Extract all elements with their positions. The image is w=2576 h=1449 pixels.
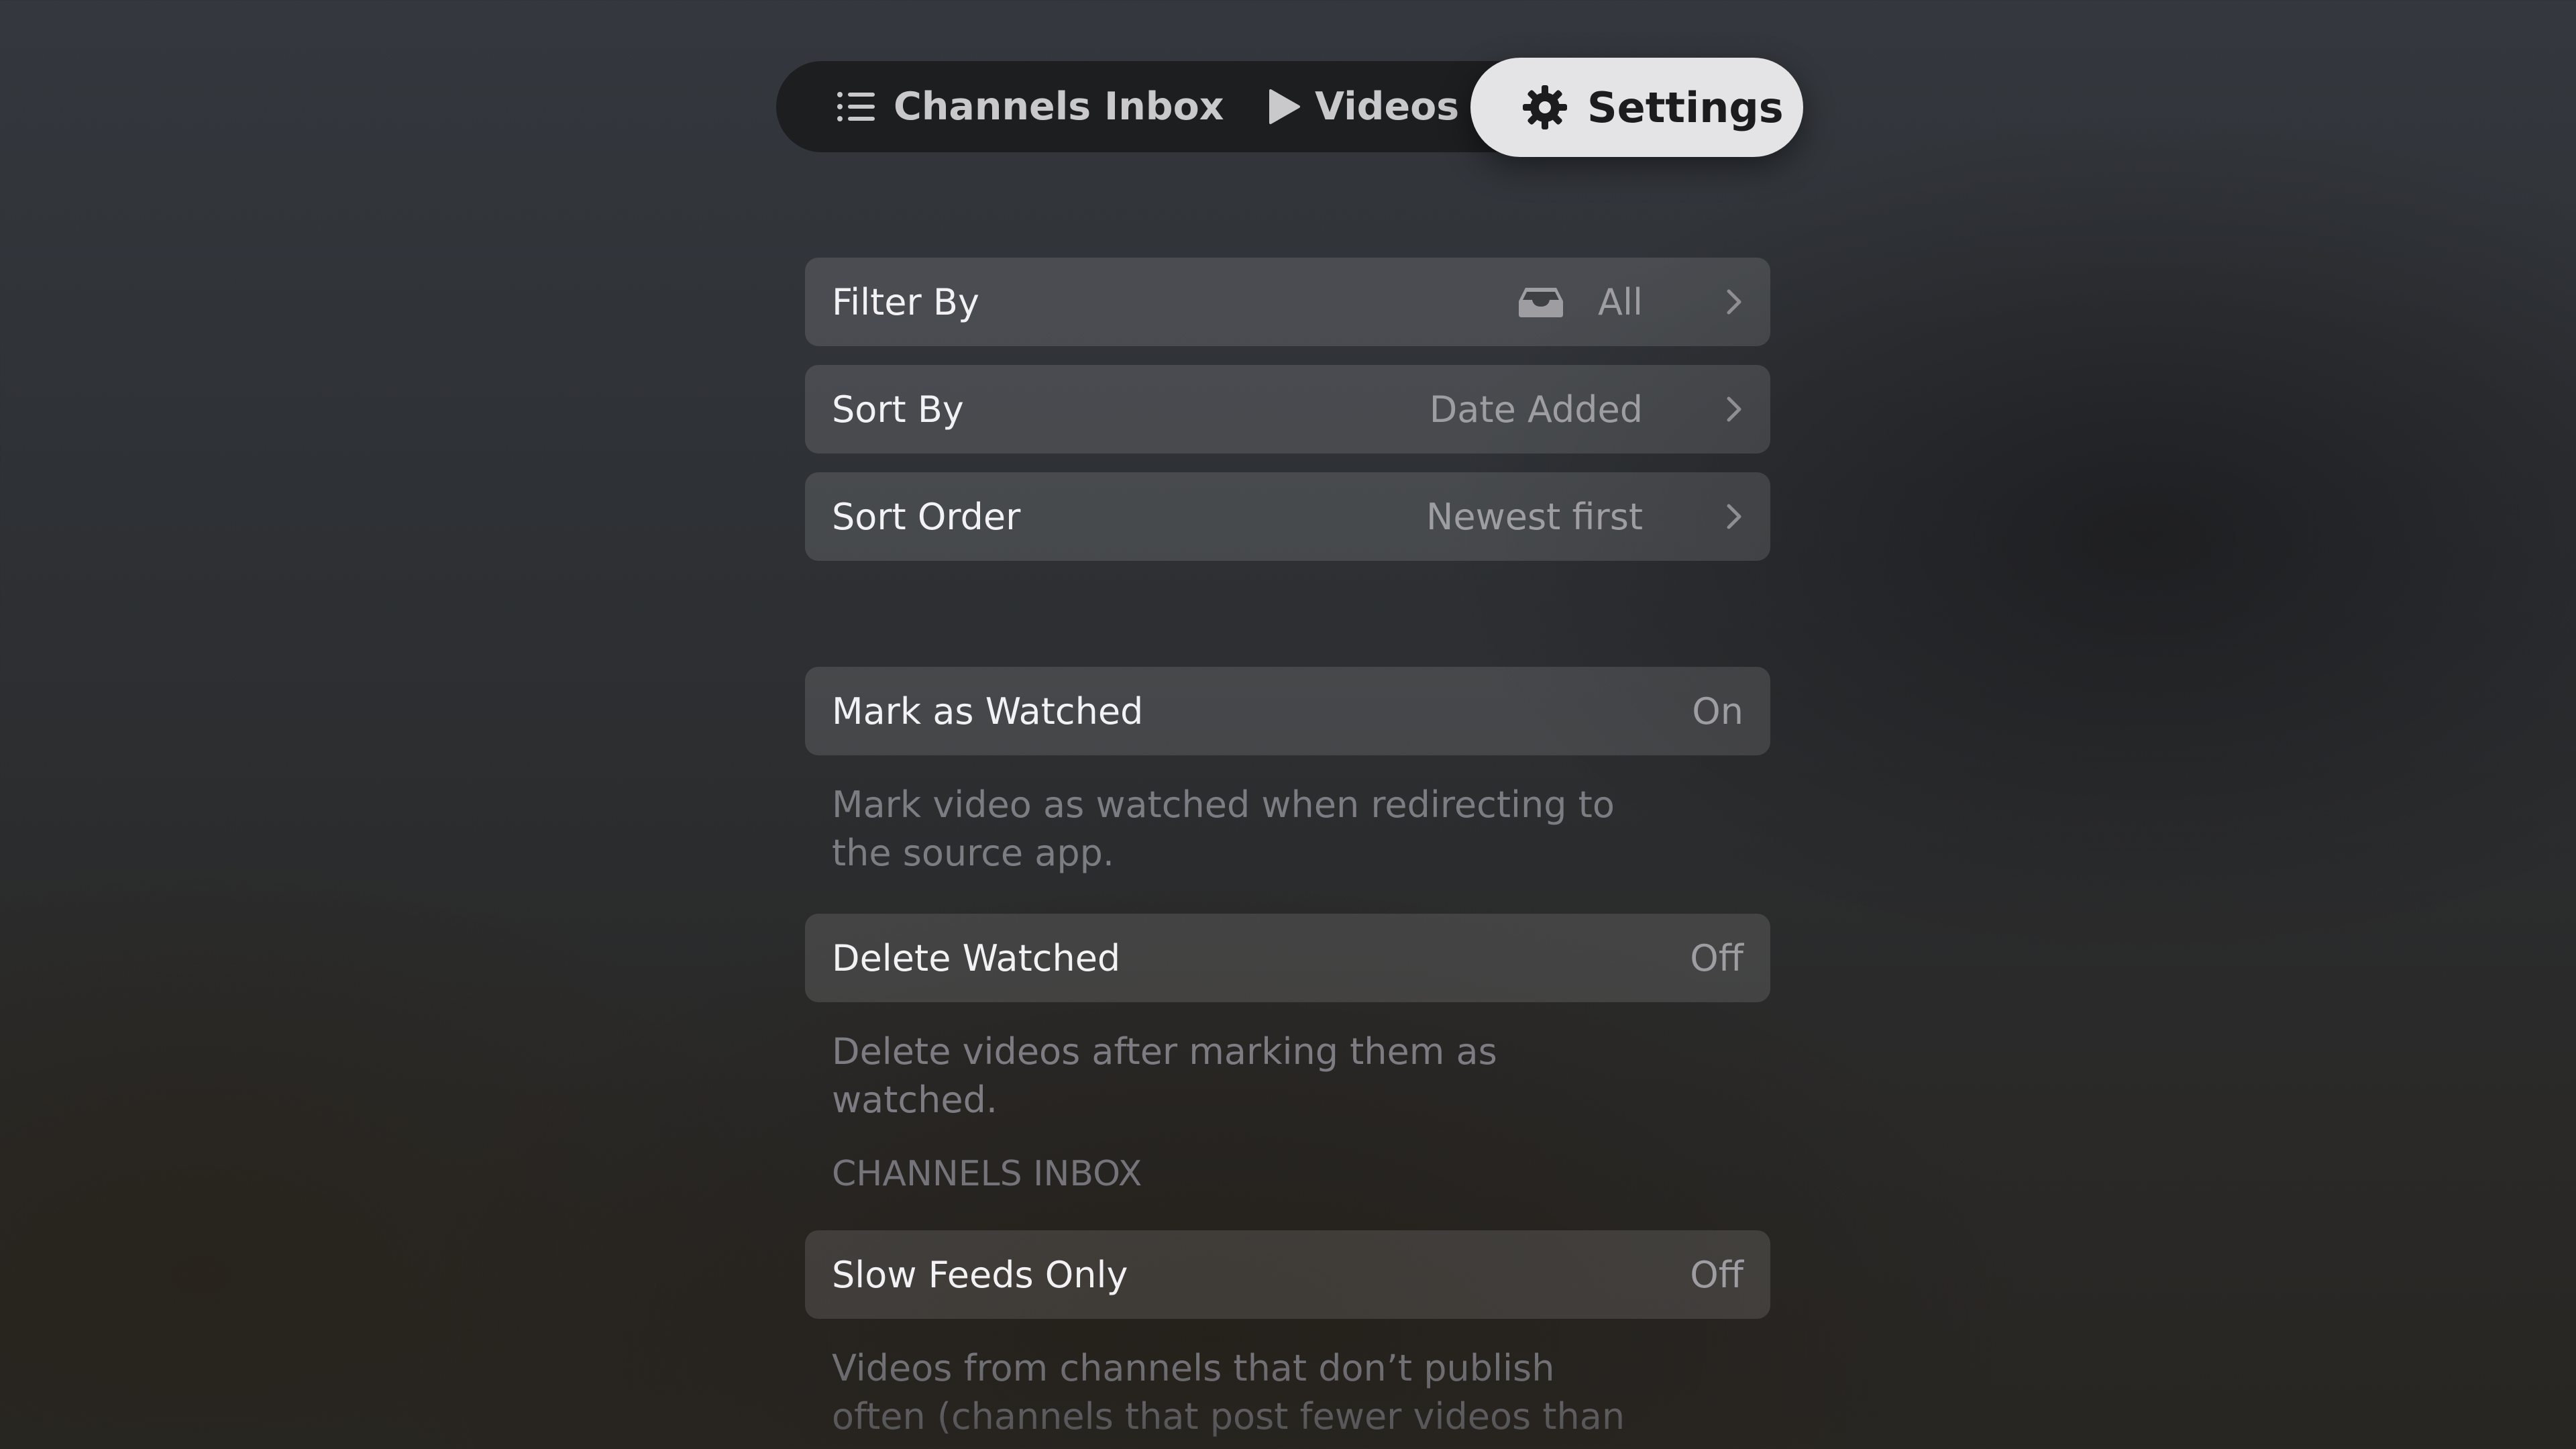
filter-by-value: All <box>1598 280 1643 323</box>
sort-order-row[interactable]: Sort Order Newest first <box>805 472 1770 561</box>
sort-by-label: Sort By <box>832 388 964 431</box>
play-icon <box>1267 88 1301 125</box>
sort-order-value: Newest first <box>1426 495 1643 538</box>
tab-channels-inbox[interactable]: Channels Inbox <box>835 61 1224 152</box>
tray-icon <box>1517 285 1564 319</box>
sort-by-row[interactable]: Sort By Date Added <box>805 365 1770 453</box>
delete-watched-description: Delete videos after marking them as watc… <box>832 1030 1497 1121</box>
delete-watched-value: Off <box>1690 936 1743 979</box>
mark-as-watched-value: On <box>1692 690 1743 733</box>
delete-watched-row[interactable]: Delete Watched Off <box>805 914 1770 1002</box>
tab-settings[interactable]: Settings <box>1470 58 1803 157</box>
delete-watched-label: Delete Watched <box>832 936 1121 979</box>
gear-icon <box>1521 84 1568 131</box>
sort-by-value: Date Added <box>1429 388 1643 431</box>
tab-videos[interactable]: Videos <box>1267 61 1459 152</box>
list-icon <box>835 85 877 128</box>
slow-feeds-only-description: Videos from channels that don’t publish … <box>832 1347 1625 1449</box>
chevron-right-icon <box>1723 502 1743 531</box>
filter-by-row[interactable]: Filter By All <box>805 258 1770 346</box>
mark-as-watched-row[interactable]: Mark as Watched On <box>805 667 1770 755</box>
tab-channels-inbox-label: Channels Inbox <box>894 85 1224 129</box>
slow-feeds-only-value: Off <box>1690 1253 1743 1296</box>
slow-feeds-only-row[interactable]: Slow Feeds Only Off <box>805 1230 1770 1319</box>
mark-as-watched-label: Mark as Watched <box>832 690 1144 733</box>
chevron-right-icon <box>1723 394 1743 424</box>
mark-as-watched-description: Mark video as watched when redirecting t… <box>832 784 1615 874</box>
slow-feeds-only-label: Slow Feeds Only <box>832 1253 1128 1296</box>
chevron-right-icon <box>1723 287 1743 317</box>
filter-by-label: Filter By <box>832 280 979 323</box>
tab-settings-label: Settings <box>1587 83 1784 132</box>
channels-inbox-section-header: CHANNELS INBOX <box>832 1154 1142 1194</box>
tab-videos-label: Videos <box>1315 85 1460 129</box>
sort-order-label: Sort Order <box>832 495 1021 538</box>
